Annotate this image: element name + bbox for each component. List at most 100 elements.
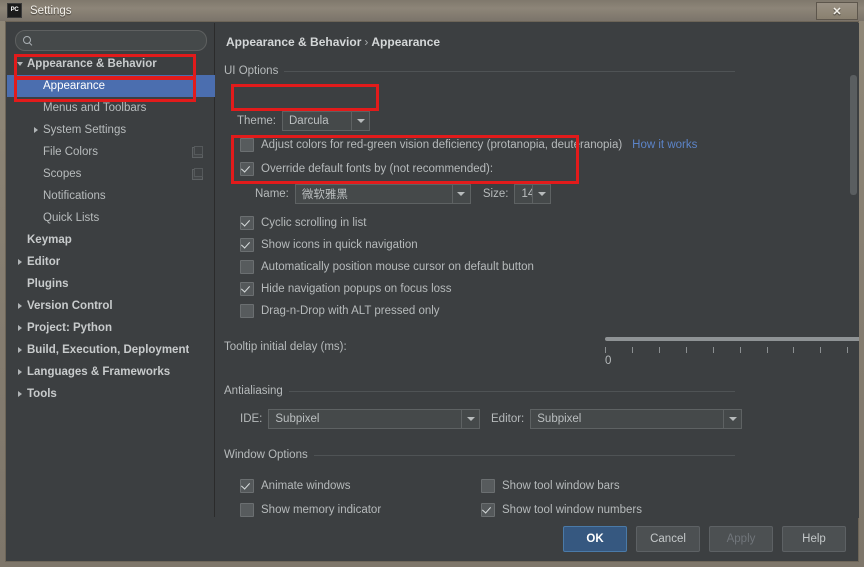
sidebar-item-plugins[interactable]: Plugins	[7, 273, 215, 295]
chevron-down-icon[interactable]	[452, 185, 470, 203]
ok-button[interactable]: OK	[563, 526, 627, 552]
breadcrumb: Appearance & Behavior›Appearance	[226, 35, 440, 49]
how-it-works-link[interactable]: How it works	[632, 139, 697, 151]
ui-option-row[interactable]: Show icons in quick navigation	[240, 234, 534, 256]
editor-antialiasing-select[interactable]: Subpixel	[530, 409, 742, 429]
adjust-colors-label: Adjust colors for red-green vision defic…	[261, 139, 622, 151]
chevron-down-icon[interactable]	[532, 185, 550, 203]
font-size-select[interactable]: 14	[514, 184, 551, 204]
chevron-down-icon[interactable]	[13, 62, 27, 66]
ui-option-row[interactable]: Automatically position mouse cursor on d…	[240, 256, 534, 278]
window-option-row[interactable]: Show tool window bars	[481, 474, 671, 498]
sidebar-item-label: Menus and Toolbars	[43, 102, 146, 114]
sidebar-item-scopes[interactable]: Scopes	[7, 163, 215, 185]
chevron-down-icon[interactable]	[461, 410, 479, 428]
checkbox[interactable]	[240, 503, 254, 517]
sidebar-item-label: Editor	[27, 256, 60, 268]
breadcrumb-parent[interactable]: Appearance & Behavior	[226, 35, 361, 49]
sidebar-item-label: Project: Python	[27, 322, 112, 334]
checkbox-label: Drag-n-Drop with ALT pressed only	[261, 305, 440, 317]
editor-antialiasing-value: Subpixel	[531, 413, 723, 425]
search-icon	[23, 36, 33, 46]
adjust-colors-checkbox[interactable]	[240, 138, 254, 152]
font-name-label: Name:	[255, 188, 289, 200]
search-input[interactable]	[38, 35, 206, 47]
chevron-right-icon[interactable]	[29, 127, 43, 133]
sidebar-item-version-control[interactable]: Version Control	[7, 295, 215, 317]
copy-settings-icon[interactable]	[192, 169, 203, 180]
sidebar-item-tools[interactable]: Tools	[7, 383, 215, 405]
checkbox[interactable]	[240, 479, 254, 493]
chevron-right-icon[interactable]	[13, 325, 27, 331]
window-option-row[interactable]: Animate windows	[240, 474, 405, 498]
settings-sidebar: Appearance & BehaviorAppearance Menus and…	[7, 23, 215, 518]
settings-tree: Appearance & BehaviorAppearance Menus and…	[7, 53, 215, 405]
sidebar-item-label: Plugins	[27, 278, 69, 290]
font-name-size-row: Name: 微软雅黑 Size: 14	[255, 184, 551, 204]
window-option-row[interactable]: Show memory indicator	[240, 498, 405, 518]
checkbox[interactable]	[240, 238, 254, 252]
override-fonts-checkbox[interactable]	[240, 162, 254, 176]
chevron-right-icon[interactable]	[13, 391, 27, 397]
sidebar-item-notifications[interactable]: Notifications	[7, 185, 215, 207]
search-box[interactable]	[15, 30, 207, 51]
sidebar-item-appearance[interactable]: Appearance	[7, 75, 215, 97]
cancel-button[interactable]: Cancel	[636, 526, 700, 552]
sidebar-item-build-execution-deployment[interactable]: Build, Execution, Deployment	[7, 339, 215, 361]
window-options-left-column: Animate windowsShow memory indicatorDisa…	[240, 474, 405, 518]
breadcrumb-current: Appearance	[371, 35, 440, 49]
antialiasing-title: Antialiasing	[224, 385, 735, 397]
ui-option-row[interactable]: Hide navigation popups on focus loss	[240, 278, 534, 300]
sidebar-item-system-settings[interactable]: System Settings	[7, 119, 215, 141]
checkbox[interactable]	[240, 216, 254, 230]
override-fonts-row[interactable]: Override default fonts by (not recommend…	[240, 162, 493, 176]
chevron-right-icon[interactable]	[13, 303, 27, 309]
tooltip-delay-label: Tooltip initial delay (ms):	[224, 341, 347, 353]
checkbox[interactable]	[240, 282, 254, 296]
override-fonts-label: Override default fonts by (not recommend…	[261, 163, 493, 175]
chevron-right-icon[interactable]	[13, 347, 27, 353]
slider-tick	[793, 347, 794, 353]
sidebar-item-menus-and-toolbars[interactable]: Menus and Toolbars	[7, 97, 215, 119]
slider-track[interactable]	[605, 337, 859, 341]
checkbox-label: Automatically position mouse cursor on d…	[261, 261, 534, 273]
chevron-down-icon[interactable]	[723, 410, 741, 428]
tooltip-delay-slider[interactable]: 0 1200	[605, 330, 859, 375]
checkbox[interactable]	[481, 479, 495, 493]
antialiasing-editor-row: Editor: Subpixel	[491, 409, 742, 429]
chevron-right-icon[interactable]	[13, 259, 27, 265]
checkbox[interactable]	[481, 503, 495, 517]
sidebar-item-quick-lists[interactable]: Quick Lists	[7, 207, 215, 229]
checkbox-label: Show tool window numbers	[502, 504, 642, 516]
help-button[interactable]: Help	[782, 526, 846, 552]
sidebar-item-project-python[interactable]: Project: Python	[7, 317, 215, 339]
ui-option-row[interactable]: Drag-n-Drop with ALT pressed only	[240, 300, 534, 322]
chevron-right-icon[interactable]	[13, 369, 27, 375]
sidebar-item-file-colors[interactable]: File Colors	[7, 141, 215, 163]
ui-option-row[interactable]: Cyclic scrolling in list	[240, 212, 534, 234]
close-icon[interactable]: ✕	[816, 2, 858, 20]
window-options-group: Window Options	[224, 449, 735, 461]
adjust-colors-row[interactable]: Adjust colors for red-green vision defic…	[240, 138, 697, 152]
window-option-row[interactable]: Show tool window numbers	[481, 498, 671, 518]
ui-options-checkbox-list: Cyclic scrolling in list Show icons in qu…	[240, 212, 534, 322]
group-divider	[314, 455, 735, 456]
checkbox-label: Show memory indicator	[261, 504, 381, 516]
chevron-down-icon[interactable]	[351, 112, 369, 130]
ide-antialiasing-select[interactable]: Subpixel	[268, 409, 480, 429]
sidebar-item-label: Build, Execution, Deployment	[27, 344, 189, 356]
checkbox[interactable]	[240, 260, 254, 274]
sidebar-item-appearance-behavior[interactable]: Appearance & Behavior	[7, 53, 215, 75]
theme-select[interactable]: Darcula	[282, 111, 370, 131]
sidebar-item-editor[interactable]: Editor	[7, 251, 215, 273]
checkbox[interactable]	[240, 304, 254, 318]
slider-tick	[605, 347, 606, 353]
window-title: Settings	[30, 5, 72, 17]
copy-settings-icon[interactable]	[192, 147, 203, 158]
screen: PC Settings ✕ Appearance & BehaviorAppea…	[0, 0, 864, 567]
checkbox-label: Cyclic scrolling in list	[261, 217, 366, 229]
vertical-scrollbar[interactable]	[850, 75, 857, 195]
font-name-select[interactable]: 微软雅黑	[295, 184, 471, 204]
sidebar-item-keymap[interactable]: Keymap	[7, 229, 215, 251]
sidebar-item-languages-frameworks[interactable]: Languages & Frameworks	[7, 361, 215, 383]
